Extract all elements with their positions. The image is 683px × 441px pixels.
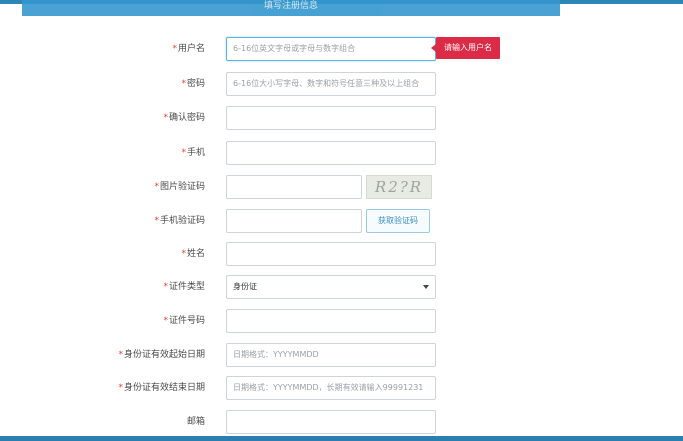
- get-sms-code-button[interactable]: 获取验证码: [366, 209, 430, 233]
- row-phone: *手机: [0, 141, 683, 165]
- captcha-image[interactable]: R2?R: [366, 175, 432, 199]
- sms-code-input[interactable]: [226, 209, 362, 233]
- image-captcha-input[interactable]: [226, 175, 362, 199]
- password-input[interactable]: [226, 72, 436, 96]
- label-confirm-password: *确认密码: [163, 113, 205, 123]
- label-id-number: *证件号码: [163, 316, 205, 326]
- label-image-captcha: *图片验证码: [154, 182, 205, 192]
- row-id-valid-start: *身份证有效起始日期: [0, 343, 683, 367]
- id-valid-start-input[interactable]: [226, 343, 436, 367]
- label-sms-code: *手机验证码: [154, 216, 205, 226]
- id-valid-end-input[interactable]: [226, 376, 436, 400]
- form-title-tab: 填写注册信息: [22, 0, 560, 16]
- form-title: 填写注册信息: [263, 1, 318, 11]
- label-email: 邮箱: [186, 417, 205, 427]
- row-id-number: *证件号码: [0, 309, 683, 333]
- label-id-type: *证件类型: [163, 282, 205, 292]
- label-id-valid-start: *身份证有效起始日期: [118, 350, 205, 360]
- bottom-accent-bar: [0, 436, 683, 441]
- label-name: *姓名: [181, 249, 205, 259]
- confirm-password-input[interactable]: [226, 106, 436, 130]
- id-number-input[interactable]: [226, 309, 436, 333]
- row-email: 邮箱: [0, 410, 683, 434]
- label-username: *用户名: [172, 44, 205, 54]
- row-id-valid-end: *身份证有效结束日期: [0, 376, 683, 400]
- username-input[interactable]: [226, 37, 436, 61]
- registration-page: 填写注册信息 *用户名 请输入用户名 *密码 *确认密码 *手机 *图片验证码 …: [0, 0, 683, 441]
- id-type-select[interactable]: 身份证: [226, 275, 436, 299]
- id-type-selected: 身份证: [233, 282, 257, 291]
- row-sms-code: *手机验证码 获取验证码: [0, 209, 683, 233]
- row-confirm-password: *确认密码: [0, 106, 683, 130]
- row-image-captcha: *图片验证码 R2?R: [0, 175, 683, 199]
- row-id-type: *证件类型 身份证: [0, 275, 683, 299]
- label-password: *密码: [181, 79, 205, 89]
- row-username: *用户名 请输入用户名: [0, 37, 683, 61]
- username-error-tip: 请输入用户名: [431, 37, 500, 59]
- email-input[interactable]: [226, 410, 436, 434]
- label-phone: *手机: [181, 148, 205, 158]
- caret-down-icon: [423, 285, 429, 289]
- name-input[interactable]: [226, 242, 436, 266]
- phone-input[interactable]: [226, 141, 436, 165]
- row-name: *姓名: [0, 242, 683, 266]
- label-id-valid-end: *身份证有效结束日期: [118, 383, 205, 393]
- row-password: *密码: [0, 72, 683, 96]
